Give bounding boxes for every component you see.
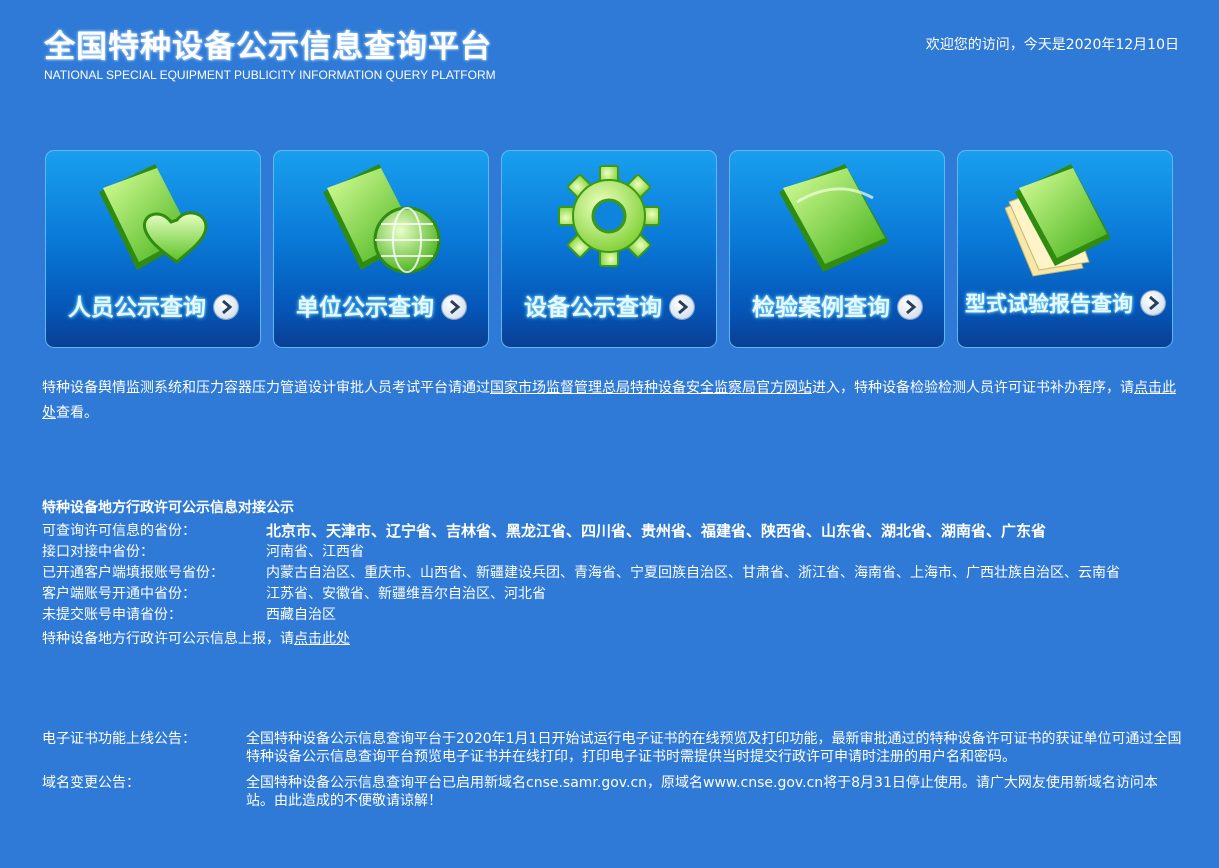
province-section-title: 特种设备地方行政许可公示信息对接公示 bbox=[42, 500, 294, 516]
folder-heart-icon bbox=[99, 164, 208, 270]
arrow-right-icon[interactable] bbox=[442, 294, 466, 319]
announcement-text: 全国特种设备公示信息查询平台于2020年1月1日开始试运行电子证书的在线预览及打… bbox=[246, 731, 1182, 765]
inspection-case-query-card[interactable]: 检验案例查询 bbox=[729, 150, 945, 348]
province-row-label: 已开通客户端填报账号省份： bbox=[42, 565, 224, 581]
card-label: 设备公示查询 bbox=[524, 295, 662, 321]
province-row-label: 接口对接中省份： bbox=[42, 544, 154, 560]
province-row-value: 内蒙古自治区、重庆市、山西省、新疆建设兵团、青海省、宁夏回族自治区、甘肃省、浙江… bbox=[266, 565, 1120, 581]
province-row: 已开通客户端填报账号省份： 内蒙古自治区、重庆市、山西省、新疆建设兵团、青海省、… bbox=[42, 565, 1182, 581]
report-line: 特种设备地方行政许可公示信息上报，请点击此处 bbox=[42, 631, 350, 647]
announcements: 电子证书功能上线公告： 全国特种设备公示信息查询平台于2020年1月1日开始试运… bbox=[42, 730, 1182, 818]
personnel-query-card[interactable]: 人员公示查询 bbox=[45, 150, 261, 348]
province-row-value: 江苏省、安徽省、新疆维吾尔自治区、河北省 bbox=[266, 586, 546, 602]
equipment-query-card[interactable]: 设备公示查询 bbox=[501, 150, 717, 348]
province-row-value: 北京市、天津市、辽宁省、吉林省、黑龙江省、四川省、贵州省、福建省、陕西省、山东省… bbox=[266, 522, 1047, 540]
province-row: 未提交账号申请省份： 西藏自治区 bbox=[42, 607, 1182, 623]
arrow-right-icon[interactable] bbox=[1141, 291, 1165, 315]
province-section: 特种设备地方行政许可公示信息对接公示 可查询许可信息的省份： 北京市、天津市、辽… bbox=[42, 497, 1182, 648]
welcome-date: 欢迎您的访问，今天是2020年12月10日 bbox=[925, 37, 1179, 53]
card-label: 单位公示查询 bbox=[296, 295, 434, 321]
province-row-label: 可查询许可信息的省份： bbox=[42, 523, 196, 539]
card-label: 人员公示查询 bbox=[68, 295, 206, 321]
card-label: 检验案例查询 bbox=[752, 295, 890, 321]
arrow-right-icon[interactable] bbox=[214, 294, 238, 319]
announcement-row: 域名变更公告： 全国特种设备公示信息查询平台已启用新域名cnse.samr.go… bbox=[42, 774, 1182, 810]
notice-paragraph: 特种设备舆情监测系统和压力容器压力管道设计审批人员考试平台请通过国家市场监督管理… bbox=[42, 380, 1176, 421]
arrow-right-icon[interactable] bbox=[898, 294, 922, 319]
folder-icon bbox=[779, 164, 889, 272]
site-title: 全国特种设备公示信息查询平台 bbox=[44, 29, 492, 65]
site-header: 全国特种设备公示信息查询平台 NATIONAL SPECIAL EQUIPMEN… bbox=[44, 28, 496, 82]
announcement-text: 全国特种设备公示信息查询平台已启用新域名cnse.samr.gov.cn，原域名… bbox=[246, 775, 1158, 809]
folder-globe-icon bbox=[323, 164, 441, 274]
arrow-right-icon[interactable] bbox=[670, 294, 694, 319]
gear-icon bbox=[558, 165, 660, 267]
samr-official-site-link[interactable]: 国家市场监督管理总局特种设备安全监察局官方网站 bbox=[490, 380, 812, 396]
announcement-label: 域名变更公告： bbox=[42, 775, 140, 791]
province-row: 可查询许可信息的省份： 北京市、天津市、辽宁省、吉林省、黑龙江省、四川省、贵州省… bbox=[42, 523, 1182, 539]
province-row: 客户端账号开通中省份： 江苏省、安徽省、新疆维吾尔自治区、河北省 bbox=[42, 586, 1182, 602]
province-row-value: 河南省、江西省 bbox=[266, 544, 364, 560]
unit-query-card[interactable]: 单位公示查询 bbox=[273, 150, 489, 348]
announcement-label: 电子证书功能上线公告： bbox=[42, 731, 196, 747]
type-test-report-query-card[interactable]: 型式试验报告查询 bbox=[957, 150, 1173, 348]
province-row-label: 客户端账号开通中省份： bbox=[42, 586, 196, 602]
query-cards: 人员公示查询 单位公示查询 设备公示查询 检验案例查询 型式试验报告查询 bbox=[45, 150, 1175, 348]
announcement-row: 电子证书功能上线公告： 全国特种设备公示信息查询平台于2020年1月1日开始试运… bbox=[42, 730, 1182, 766]
province-row-value: 西藏自治区 bbox=[266, 607, 336, 623]
card-label: 型式试验报告查询 bbox=[965, 292, 1133, 316]
report-link[interactable]: 点击此处 bbox=[294, 631, 350, 647]
province-row: 接口对接中省份： 河南省、江西省 bbox=[42, 544, 1182, 560]
site-subtitle: NATIONAL SPECIAL EQUIPMENT PUBLICITY INF… bbox=[44, 68, 496, 82]
documents-icon bbox=[1005, 164, 1111, 277]
province-row-label: 未提交账号申请省份： bbox=[42, 607, 182, 623]
